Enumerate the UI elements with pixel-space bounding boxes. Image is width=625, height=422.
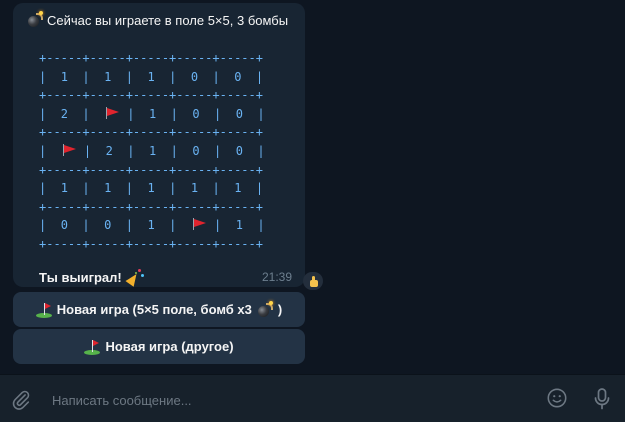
flag-icon [191, 218, 207, 231]
board-cell: 1 [190, 181, 199, 196]
board-cell: 1 [60, 69, 68, 84]
golf-flag-icon [84, 339, 101, 355]
button2-label: Новая игра (другое) [105, 339, 234, 354]
board-cell: 1 [104, 181, 112, 196]
board-row: | | 2 | 1 | 0 | 0 | [39, 143, 265, 158]
bomb-icon [27, 11, 43, 28]
new-game-other-button[interactable]: Новая игра (другое) [13, 329, 305, 364]
message-header: Сейчас вы играете в поле 5×5, 3 бомбы [27, 11, 289, 28]
smiley-icon [547, 388, 567, 408]
emoji-button[interactable] [545, 386, 569, 410]
button1-label-end: ) [277, 302, 283, 317]
reaction-badge[interactable] [303, 272, 323, 290]
board-border-line: +-----+-----+-----+-----+-----+ [39, 199, 263, 214]
board-cell: 2 [60, 106, 68, 121]
chat-area: Сейчас вы играете в поле 5×5, 3 бомбы +-… [0, 0, 625, 374]
board-cell: 0 [60, 218, 68, 233]
board-cell: 2 [105, 143, 113, 158]
board-border-line: +-----+-----+-----+-----+-----+ [39, 51, 263, 65]
board-cell: 0 [235, 143, 243, 158]
board-border-line: +-----+-----+-----+-----+-----+ [39, 162, 263, 177]
board-cell: 1 [104, 69, 112, 84]
board-row: | 2 | | 1 | 0 | 0 | [39, 106, 265, 121]
board-cell: 1 [147, 181, 155, 196]
board-border-line: +-----+-----+-----+-----+-----+ [39, 88, 263, 103]
message-bubble[interactable]: Сейчас вы играете в поле 5×5, 3 бомбы +-… [13, 3, 305, 287]
board-cell: 0 [104, 218, 112, 233]
board-cell: 1 [235, 218, 243, 233]
board-cell: 1 [234, 181, 242, 196]
win-message: Ты выиграл! [39, 268, 145, 287]
voice-button[interactable] [590, 386, 614, 412]
board-cell: 1 [148, 143, 157, 158]
board-border-line: +-----+-----+-----+-----+-----+ [39, 236, 263, 251]
flag-icon [61, 143, 77, 156]
board-cell: 0 [190, 69, 199, 84]
thumbs-up-icon [308, 275, 319, 287]
board-cell: 0 [235, 106, 243, 121]
win-text: Ты выиграл! [39, 269, 122, 285]
golf-flag-icon [35, 302, 52, 318]
new-game-5x5-button[interactable]: Новая игра (5×5 поле, бомб x3 ) [13, 292, 305, 327]
message-time: 21:39 [262, 270, 293, 284]
header-text: Сейчас вы играете в поле 5×5, 3 бомбы [47, 12, 289, 28]
board-cell: 1 [148, 106, 157, 121]
board-border-line: +-----+-----+-----+-----+-----+ [39, 125, 263, 140]
bomb-icon [257, 300, 273, 318]
message-input[interactable] [50, 389, 524, 411]
board-cell: 0 [234, 69, 242, 84]
minesweeper-board: +-----+-----+-----+-----+-----+ | 1 | 1 |… [39, 49, 265, 254]
party-popper-icon [125, 268, 145, 287]
board-cell: 1 [147, 69, 155, 84]
board-cell: 0 [192, 143, 200, 158]
paperclip-icon [12, 390, 30, 410]
board-row: | 0 | 0 | 1 | | 1 | [39, 218, 265, 233]
board-cell: 1 [60, 181, 68, 196]
board-row: | 1 | 1 | 1 | 0 | 0 | [39, 69, 264, 84]
microphone-icon [594, 388, 610, 410]
flag-icon [104, 106, 120, 119]
attach-button[interactable] [8, 387, 34, 413]
button1-label: Новая игра (5×5 поле, бомб x3 [56, 302, 252, 317]
board-cell: 0 [192, 106, 200, 121]
board-cell: 1 [147, 218, 155, 233]
message-composer [0, 374, 625, 422]
board-row: | 1 | 1 | 1 | 1 | 1 | [39, 181, 264, 196]
